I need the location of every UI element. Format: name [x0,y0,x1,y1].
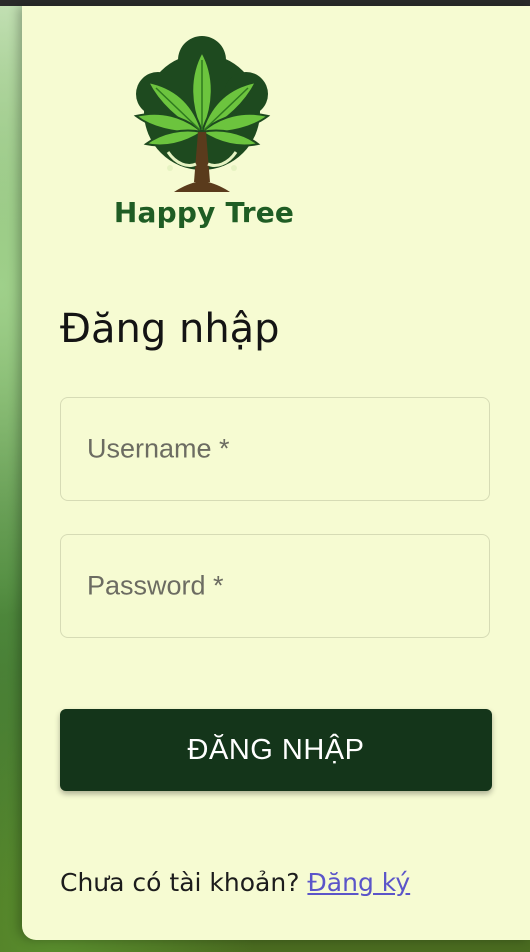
login-button[interactable]: ĐĂNG NHẬP [60,709,492,791]
login-screen: Happy Tree Đăng nhập Username * Password… [0,0,530,952]
register-prompt: Chưa có tài khoản? Đăng ký [60,868,410,897]
username-input[interactable] [61,398,489,500]
register-link[interactable]: Đăng ký [307,868,410,897]
password-field[interactable]: Password * [60,534,490,638]
register-prompt-text: Chưa có tài khoản? [60,868,300,897]
username-field[interactable]: Username * [60,397,490,501]
brand-name: Happy Tree [113,196,295,229]
login-card: Happy Tree Đăng nhập Username * Password… [22,6,530,940]
password-input[interactable] [61,535,489,637]
page-title: Đăng nhập [60,306,280,352]
tree-leaf-icon [133,36,271,192]
